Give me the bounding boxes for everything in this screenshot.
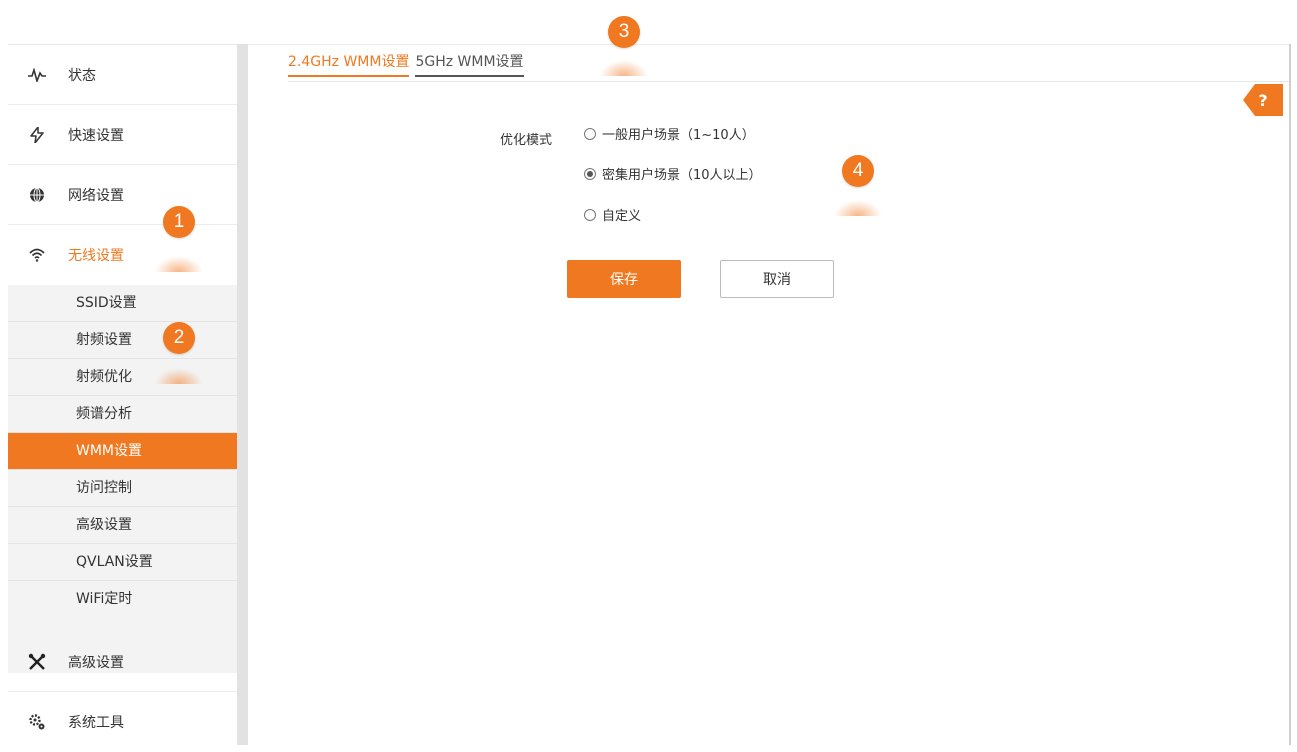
tab-2g-wmm[interactable]: 2.4GHz WMM设置 [288,51,410,77]
sidebar-item-advanced-settings[interactable]: 高级设置 [8,632,237,692]
sidebar-item-label: 系统工具 [68,715,124,731]
callout-shadow [834,200,882,216]
radio-option-dense[interactable]: 密集用户场景（10人以上） [584,164,762,183]
radio-option-custom[interactable]: 自定义 [584,205,641,224]
wifi-icon [28,246,46,264]
sidebar-item-status[interactable]: 状态 [8,45,237,105]
save-button[interactable]: 保存 [567,260,681,298]
radio-label: 自定义 [602,209,642,224]
callout-shadow [155,256,203,272]
callout-1: 1 [163,206,195,238]
sidebar-item-label: 状态 [68,67,96,84]
tab-bar: 2.4GHz WMM设置 5GHz WMM设置 [288,51,524,77]
optimize-mode-label: 优化模式 [500,133,553,148]
sidebar-item-label: 无线设置 [68,248,124,264]
cancel-button[interactable]: 取消 [720,260,834,298]
sidebar-item-label: 高级设置 [68,654,124,671]
sub-item-qvlan[interactable]: QVLAN设置 [8,544,237,581]
callout-3: 3 [608,16,640,48]
tab-5g-wmm[interactable]: 5GHz WMM设置 [415,51,524,77]
sub-item-wifi-schedule[interactable]: WiFi定时 [8,581,237,618]
sub-item-access-control[interactable]: 访问控制 [8,470,237,507]
callout-shadow [600,60,648,76]
sidebar-item-network[interactable]: 网络设置 [8,165,237,225]
sidebar-item-label: 网络设置 [68,187,124,204]
radio-label: 密集用户场景（10人以上） [602,168,762,183]
radio-label: 一般用户场景（1~10人） [602,128,755,143]
globe-icon [28,186,46,204]
sub-item-spectrum[interactable]: 频谱分析 [8,396,237,433]
tools-icon [28,653,46,671]
sub-item-advanced[interactable]: 高级设置 [8,507,237,544]
callout-2: 2 [163,322,195,354]
sidebar-item-wireless[interactable]: 无线设置 [8,225,237,285]
sidebar-scroll-divider [237,44,248,745]
sub-item-wmm[interactable]: WMM设置 [8,433,237,470]
sub-item-radio[interactable]: 射频设置 [8,322,237,359]
radio-button[interactable] [584,127,596,140]
pulse-icon [28,66,46,84]
wireless-submenu: SSID设置 射频设置 射频优化 频谱分析 WMM设置 访问控制 高级设置 QV… [8,285,237,673]
sidebar-item-system-tools[interactable]: 系统工具 [8,692,237,752]
radio-button[interactable] [584,167,596,180]
gear-icon [28,713,46,731]
tab-divider [288,81,1289,82]
radio-button[interactable] [584,208,596,221]
lightning-icon [28,126,46,144]
content-border [1289,44,1291,745]
callout-shadow [155,368,203,384]
callout-4: 4 [842,155,874,187]
sidebar: 状态 快速设置 网络设置 无线设置 SSID设置 射频设置 射频优化 频谱分析 … [8,44,237,746]
radio-option-general[interactable]: 一般用户场景（1~10人） [584,124,755,143]
main-content: 2.4GHz WMM设置 5GHz WMM设置 [248,44,1289,746]
sub-item-ssid[interactable]: SSID设置 [8,285,237,322]
sidebar-item-quick-setup[interactable]: 快速设置 [8,105,237,165]
sidebar-item-label: 快速设置 [68,127,124,144]
